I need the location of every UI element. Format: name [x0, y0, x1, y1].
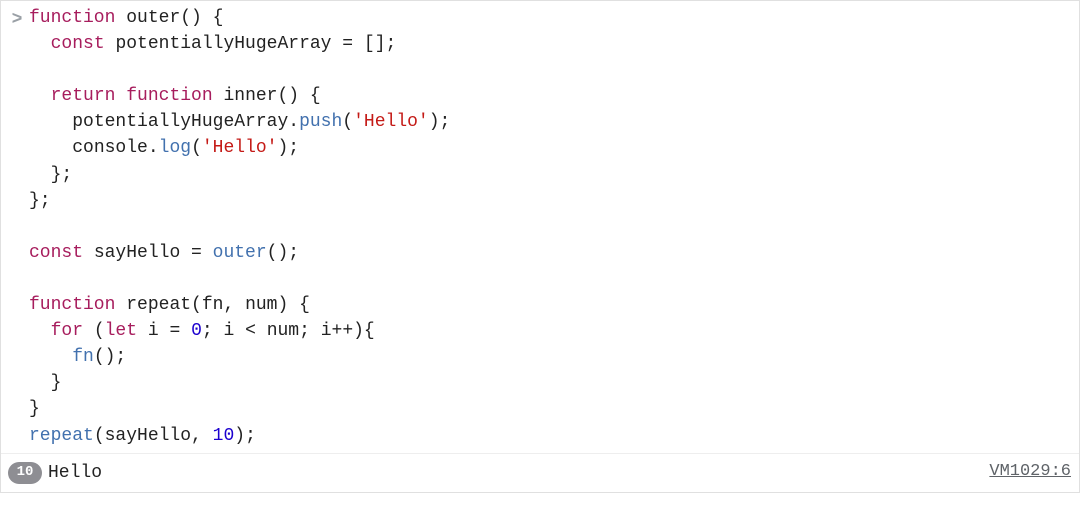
- input-prompt-icon: >: [5, 5, 29, 33]
- console-input-row[interactable]: > function outer() { const potentiallyHu…: [1, 1, 1079, 454]
- console-log-row: 10 Hello VM1029:6: [1, 454, 1079, 492]
- source-link[interactable]: VM1029:6: [989, 460, 1071, 485]
- devtools-console: > function outer() { const potentiallyHu…: [0, 0, 1080, 493]
- log-message: Hello: [48, 460, 989, 486]
- repeat-count-badge: 10: [8, 462, 42, 484]
- console-input-code[interactable]: function outer() { const potentiallyHuge…: [29, 5, 1071, 449]
